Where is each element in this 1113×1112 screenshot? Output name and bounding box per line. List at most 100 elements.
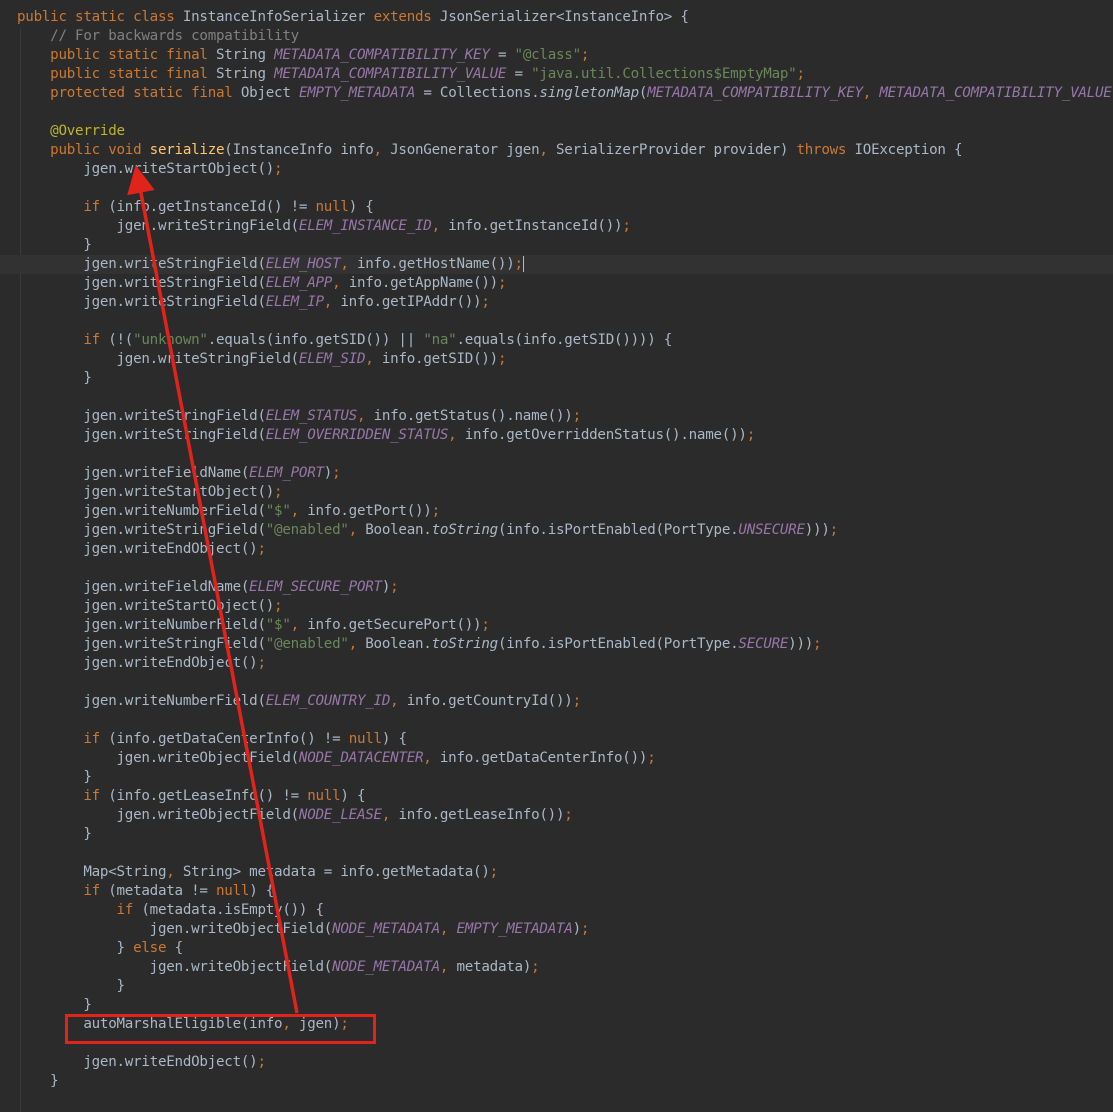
code-line[interactable]: }	[0, 768, 1113, 787]
code-token: METADATA_COMPATIBILITY_VALUE	[879, 85, 1112, 101]
code-line[interactable]: jgen.writeObjectField(NODE_METADATA, EMP…	[0, 920, 1113, 939]
code-line[interactable]: }	[0, 825, 1113, 844]
code-line[interactable]: jgen.writeStringField(ELEM_STATUS, info.…	[0, 407, 1113, 426]
code-token: jgen.writeFieldName(	[17, 465, 250, 481]
code-line[interactable]: jgen.writeStringField("@enabled", Boolea…	[0, 635, 1113, 654]
code-line[interactable]: if (metadata.isEmpty()) {	[0, 901, 1113, 920]
code-line[interactable]	[0, 103, 1113, 122]
code-token: info.getStatus().name())	[373, 408, 573, 424]
code-line[interactable]: Map<String, String> metadata = info.getM…	[0, 863, 1113, 882]
code-line[interactable]: jgen.writeStringField(ELEM_IP, info.getI…	[0, 293, 1113, 312]
code-token: jgen.writeNumberField(	[17, 693, 266, 709]
code-token: info.getDataCenterInfo())	[439, 750, 648, 766]
code-token: =	[489, 47, 515, 63]
code-line[interactable]: if (metadata != null) {	[0, 882, 1113, 901]
code-line[interactable]: public static class InstanceInfoSerializ…	[0, 8, 1113, 27]
code-token: "na"	[423, 332, 457, 348]
code-line[interactable]: protected static final Object EMPTY_META…	[0, 84, 1113, 103]
code-line[interactable]: // For backwards compatibility	[0, 27, 1113, 46]
code-line[interactable]: jgen.writeStringField(ELEM_HOST, info.ge…	[0, 255, 1113, 274]
code-line[interactable]: public static final String METADATA_COMP…	[0, 46, 1113, 65]
code-line[interactable]: jgen.writeStringField(ELEM_INSTANCE_ID, …	[0, 217, 1113, 236]
code-token: }	[17, 826, 92, 842]
code-line[interactable]	[0, 388, 1113, 407]
code-line[interactable]: jgen.writeEndObject();	[0, 1053, 1113, 1072]
code-line[interactable]: @Override	[0, 122, 1113, 141]
code-line[interactable]: jgen.writeNumberField("$", info.getSecur…	[0, 616, 1113, 635]
code-line[interactable]: jgen.writeStringField(ELEM_SID, info.get…	[0, 350, 1113, 369]
code-line[interactable]: jgen.writeStartObject();	[0, 597, 1113, 616]
code-token: Object	[240, 85, 299, 101]
code-line[interactable]: if (info.getDataCenterInfo() != null) {	[0, 730, 1113, 749]
code-line[interactable]: }	[0, 977, 1113, 996]
code-token: }	[17, 1073, 59, 1089]
code-token: ;	[829, 522, 839, 538]
code-token: jgen.writeStringField(	[17, 275, 266, 291]
code-token: = Collections.	[415, 85, 540, 101]
code-token: ELEM_PORT	[249, 465, 324, 481]
code-line[interactable]: }	[0, 1072, 1113, 1091]
code-line[interactable]: }	[0, 996, 1113, 1015]
code-line[interactable]: jgen.writeStringField("@enabled", Boolea…	[0, 521, 1113, 540]
code-token: ,	[439, 921, 457, 937]
code-line[interactable]: jgen.writeEndObject();	[0, 540, 1113, 559]
code-token: "@enabled"	[265, 522, 349, 538]
code-line[interactable]: jgen.writeFieldName(ELEM_SECURE_PORT);	[0, 578, 1113, 597]
code-token: ;	[497, 275, 507, 291]
code-line[interactable]	[0, 559, 1113, 578]
code-line[interactable]	[0, 179, 1113, 198]
code-line[interactable]	[0, 673, 1113, 692]
code-line[interactable]: jgen.writeObjectField(NODE_METADATA, met…	[0, 958, 1113, 977]
code-token: ;	[746, 427, 756, 443]
code-line[interactable]: jgen.writeFieldName(ELEM_PORT);	[0, 464, 1113, 483]
highlight-box-annotation	[65, 1014, 376, 1044]
code-line[interactable]: jgen.writeStartObject();	[0, 160, 1113, 179]
code-line[interactable]: if (info.getLeaseInfo() != null) {	[0, 787, 1113, 806]
code-token: "$"	[265, 617, 291, 633]
code-token: jgen.writeNumberField(	[17, 503, 266, 519]
code-line[interactable]	[0, 844, 1113, 863]
code-line[interactable]	[0, 445, 1113, 464]
code-line[interactable]: public void serialize(InstanceInfo info,…	[0, 141, 1113, 160]
code-line[interactable]: public static final String METADATA_COMP…	[0, 65, 1113, 84]
code-line[interactable]: jgen.writeObjectField(NODE_LEASE, info.g…	[0, 806, 1113, 825]
code-editor[interactable]: public static class InstanceInfoSerializ…	[0, 0, 1113, 1112]
code-line[interactable]: jgen.writeStartObject();	[0, 483, 1113, 502]
code-token: info.getCountryId())	[406, 693, 573, 709]
code-token: ) {	[249, 883, 275, 899]
code-token: ,	[431, 218, 449, 234]
code-token: }	[17, 769, 92, 785]
code-token: }	[17, 997, 92, 1013]
code-line[interactable]: if (info.getInstanceId() != null) {	[0, 198, 1113, 217]
code-token: null	[307, 788, 341, 804]
code-line[interactable]: } else {	[0, 939, 1113, 958]
code-token: }	[17, 978, 125, 994]
code-token: info.getPort())	[307, 503, 432, 519]
code-token: ;	[274, 598, 283, 614]
code-token: if	[83, 199, 109, 215]
code-token: ;	[813, 636, 822, 652]
code-line[interactable]: }	[0, 369, 1113, 388]
code-token: JsonGenerator jgen	[390, 142, 540, 158]
code-line[interactable]	[0, 312, 1113, 331]
code-token: jgen.writeStartObject()	[17, 598, 275, 614]
code-token: ,	[365, 351, 382, 367]
code-line[interactable]: jgen.writeObjectField(NODE_DATACENTER, i…	[0, 749, 1113, 768]
code-token: ;	[257, 541, 266, 557]
code-token: jgen.writeObjectField(	[17, 807, 299, 823]
code-line[interactable]: jgen.writeStringField(ELEM_APP, info.get…	[0, 274, 1113, 293]
code-token: ;	[622, 218, 631, 234]
code-line[interactable]: jgen.writeNumberField("$", info.getPort(…	[0, 502, 1113, 521]
code-line[interactable]	[0, 711, 1113, 730]
code-line[interactable]: if (!("unknown".equals(info.getSID()) ||…	[0, 331, 1113, 350]
code-line[interactable]: }	[0, 236, 1113, 255]
code-token: public static class	[17, 9, 183, 25]
code-token: public static final	[50, 47, 217, 63]
code-line[interactable]: jgen.writeStringField(ELEM_OVERRIDDEN_ST…	[0, 426, 1113, 445]
code-token: info.getLeaseInfo())	[398, 807, 565, 823]
code-line[interactable]: jgen.writeEndObject();	[0, 654, 1113, 673]
code-line[interactable]: jgen.writeNumberField(ELEM_COUNTRY_ID, i…	[0, 692, 1113, 711]
code-token: ;	[531, 959, 540, 975]
